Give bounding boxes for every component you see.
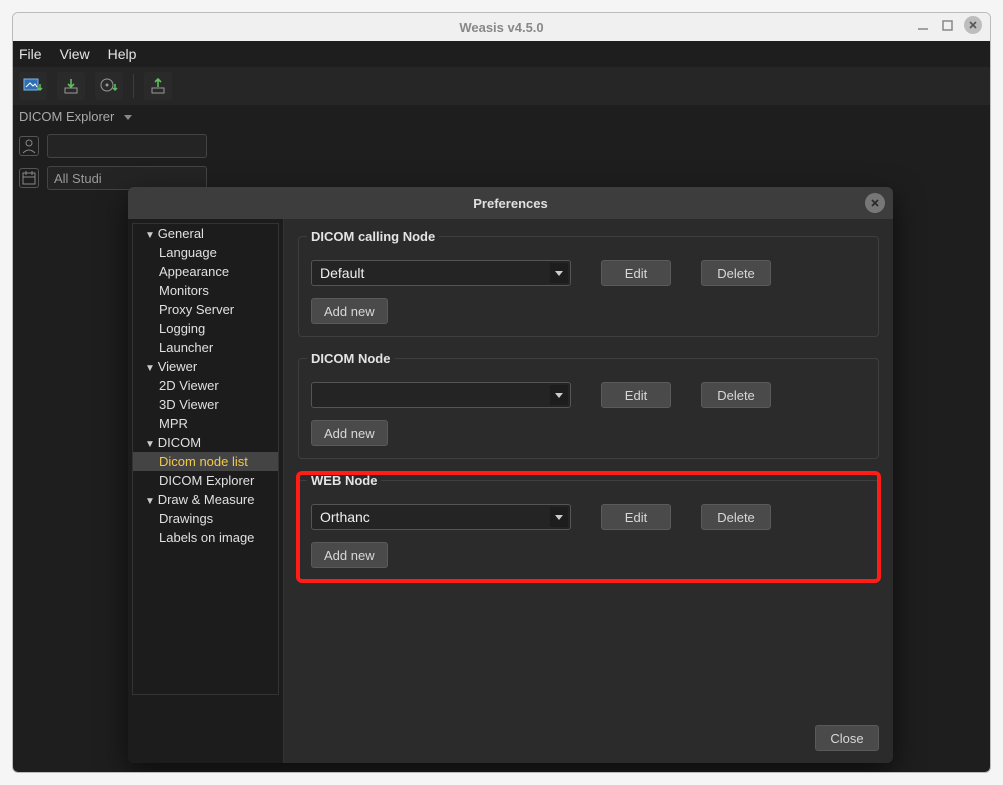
tree-item-language[interactable]: Language <box>133 243 278 262</box>
section-web-title: WEB Node <box>307 473 381 488</box>
section-web-node: WEB Node Orthanc Edit Delete Add new <box>298 473 879 581</box>
calling-delete-button[interactable]: Delete <box>701 260 771 286</box>
dicom-delete-button[interactable]: Delete <box>701 382 771 408</box>
tree-item-appearance[interactable]: Appearance <box>133 262 278 281</box>
dialog-close-icon[interactable] <box>865 193 885 213</box>
tree-item-dicom-node-list[interactable]: Dicom node list <box>133 452 278 471</box>
dialog-title: Preferences <box>473 196 547 211</box>
menu-file[interactable]: File <box>19 46 42 62</box>
dicom-edit-button[interactable]: Edit <box>601 382 671 408</box>
maximize-icon[interactable] <box>940 18 954 32</box>
tree-item-proxy[interactable]: Proxy Server <box>133 300 278 319</box>
menubar: File View Help <box>13 41 990 67</box>
tree-cat-general[interactable]: General <box>133 224 278 243</box>
web-node-value: Orthanc <box>320 509 370 525</box>
toolbar-separator <box>133 74 134 98</box>
tree-item-logging[interactable]: Logging <box>133 319 278 338</box>
patient-icon[interactable] <box>19 136 39 156</box>
tree-item-mpr[interactable]: MPR <box>133 414 278 433</box>
dicom-node-select[interactable] <box>311 382 571 408</box>
chevron-down-icon <box>550 263 568 283</box>
explorer-dropdown-icon[interactable] <box>122 112 134 122</box>
main-window: Weasis v4.5.0 File View Help <box>12 12 991 773</box>
patient-search-input[interactable] <box>47 134 207 158</box>
minimize-icon[interactable] <box>916 18 930 32</box>
menu-view[interactable]: View <box>60 46 90 62</box>
tree-item-drawings[interactable]: Drawings <box>133 509 278 528</box>
tree-item-monitors[interactable]: Monitors <box>133 281 278 300</box>
calendar-icon[interactable] <box>19 168 39 188</box>
window-title: Weasis v4.5.0 <box>459 20 543 35</box>
study-filter-label: All Studi <box>54 171 102 186</box>
calling-add-button[interactable]: Add new <box>311 298 388 324</box>
dicom-add-button[interactable]: Add new <box>311 420 388 446</box>
app-body: File View Help DICOM Explorer <box>13 41 990 772</box>
toolbar-disc-import-icon[interactable] <box>95 72 123 100</box>
titlebar: Weasis v4.5.0 <box>13 13 990 41</box>
web-node-select[interactable]: Orthanc <box>311 504 571 530</box>
preferences-dialog: Preferences General Language Appearance … <box>128 187 893 763</box>
menu-help[interactable]: Help <box>108 46 137 62</box>
web-delete-button[interactable]: Delete <box>701 504 771 530</box>
explorer-title: DICOM Explorer <box>19 109 114 124</box>
tree-cat-dicom[interactable]: DICOM <box>133 433 278 452</box>
web-add-button[interactable]: Add new <box>311 542 388 568</box>
preferences-content: DICOM calling Node Default Edit Delete A… <box>284 219 893 763</box>
preferences-tree: General Language Appearance Monitors Pro… <box>128 219 284 763</box>
tree-item-labels[interactable]: Labels on image <box>133 528 278 547</box>
web-edit-button[interactable]: Edit <box>601 504 671 530</box>
section-dicom-node: DICOM Node Edit Delete Add new <box>298 351 879 459</box>
section-dicom-title: DICOM Node <box>307 351 394 366</box>
chevron-down-icon <box>550 507 568 527</box>
tree-item-2d-viewer[interactable]: 2D Viewer <box>133 376 278 395</box>
tree-item-3d-viewer[interactable]: 3D Viewer <box>133 395 278 414</box>
toolbar-import-icon[interactable] <box>57 72 85 100</box>
toolbar-export-icon[interactable] <box>144 72 172 100</box>
tree-item-dicom-explorer[interactable]: DICOM Explorer <box>133 471 278 490</box>
chevron-down-icon <box>550 385 568 405</box>
section-calling-node: DICOM calling Node Default Edit Delete A… <box>298 229 879 337</box>
dialog-titlebar: Preferences <box>128 187 893 219</box>
toolbar <box>13 67 990 105</box>
calling-node-select[interactable]: Default <box>311 260 571 286</box>
calling-edit-button[interactable]: Edit <box>601 260 671 286</box>
tree-cat-draw[interactable]: Draw & Measure <box>133 490 278 509</box>
explorer-header: DICOM Explorer <box>13 105 990 128</box>
toolbar-import-image-icon[interactable] <box>19 72 47 100</box>
calling-node-value: Default <box>320 265 364 281</box>
tree-item-launcher[interactable]: Launcher <box>133 338 278 357</box>
close-window-icon[interactable] <box>964 16 982 34</box>
close-button[interactable]: Close <box>815 725 879 751</box>
section-calling-title: DICOM calling Node <box>307 229 439 244</box>
tree-cat-viewer[interactable]: Viewer <box>133 357 278 376</box>
